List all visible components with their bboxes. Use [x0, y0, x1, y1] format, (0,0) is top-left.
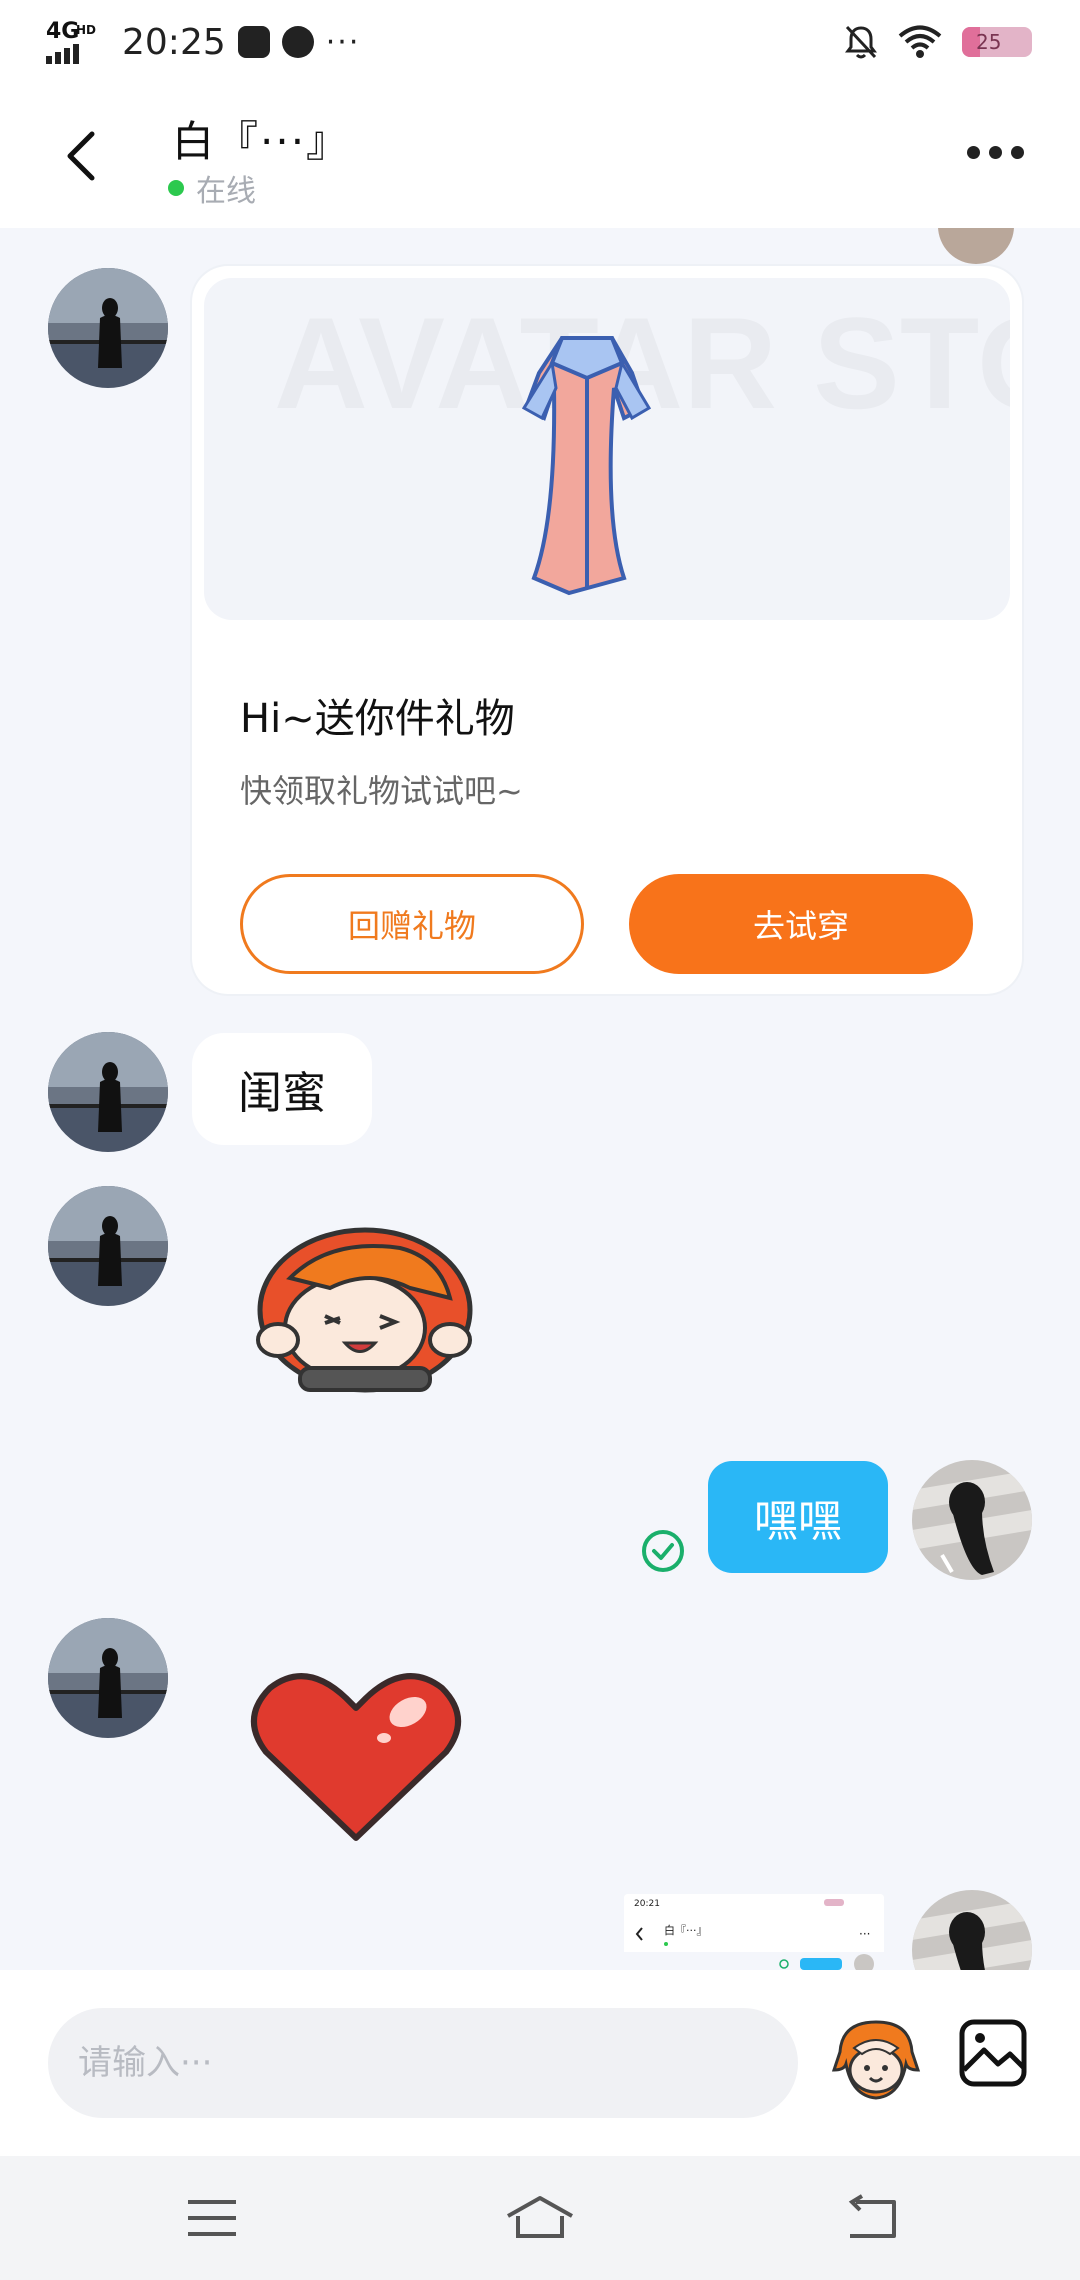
battery-icon: 25	[962, 27, 1032, 57]
wifi-icon	[898, 25, 942, 58]
mail-icon	[237, 26, 270, 58]
presence-label: 在线	[196, 174, 256, 209]
system-nav-bar	[0, 2156, 1080, 2280]
message-input[interactable]	[48, 2008, 798, 2118]
contact-name[interactable]: 白『···』	[172, 108, 350, 169]
my-avatar[interactable]	[912, 1890, 1032, 1970]
cartoon-sticker[interactable]	[250, 1218, 480, 1398]
gift-subtitle: 快领取礼物试试吧~	[240, 772, 523, 810]
more-options-icon[interactable]	[967, 146, 1024, 159]
back-arrow-icon[interactable]	[58, 126, 108, 186]
network-type: 4G	[46, 19, 80, 44]
avatar[interactable]	[48, 1032, 168, 1152]
avatar[interactable]	[48, 268, 168, 388]
message-bubble[interactable]: 闺蜜	[192, 1033, 372, 1145]
more-notifications: ···	[325, 24, 361, 60]
signal-icon: 4G HD	[46, 20, 100, 64]
chat-header: 白『···』 在线	[0, 82, 1080, 228]
avatar[interactable]	[938, 228, 1014, 264]
status-left: 4G HD 20:25 ···	[46, 14, 360, 70]
svg-text:白『···』: 白『···』	[664, 1923, 708, 1937]
svg-text:···: ···	[859, 1927, 870, 1941]
my-avatar[interactable]	[912, 1460, 1032, 1580]
mute-bell-icon	[845, 25, 877, 59]
back-nav-icon[interactable]	[842, 2194, 902, 2242]
screenshot-preview: 20:21 白『···』 ···	[624, 1894, 884, 1970]
screenshot-thumbnail[interactable]: 20:21 白『···』 ···	[624, 1894, 884, 1970]
gift-image: AVATAR STORE	[204, 278, 1010, 620]
status-bar: 4G HD 20:25 ··· 25	[0, 0, 1080, 82]
menu-icon[interactable]	[182, 2194, 242, 2242]
dress-image: AVATAR STORE	[274, 290, 1010, 596]
input-bar	[0, 1970, 1080, 2156]
read-check-icon	[642, 1530, 684, 1572]
try-on-button[interactable]: 去试穿	[629, 874, 973, 974]
gift-title: Hi~送你件礼物	[240, 696, 515, 742]
image-icon[interactable]	[958, 2018, 1028, 2088]
chat-area[interactable]: AVATAR STORE Hi~送你件礼物 快领取礼物试试吧~ 回赠礼物 去试穿…	[0, 228, 1080, 1970]
svg-text:20:21: 20:21	[634, 1899, 660, 1909]
status-right: 25	[844, 18, 1032, 66]
emoji-icon[interactable]	[830, 2014, 922, 2106]
heart-sticker[interactable]	[248, 1666, 464, 1846]
battery-level: 25	[976, 30, 1002, 54]
gift-card[interactable]: AVATAR STORE Hi~送你件礼物 快领取礼物试试吧~ 回赠礼物 去试穿	[192, 266, 1022, 994]
store-watermark: AVATAR STORE	[274, 290, 1010, 436]
my-message-bubble[interactable]: 嘿嘿	[708, 1461, 888, 1573]
home-icon[interactable]	[504, 2194, 576, 2242]
network-badge: HD	[76, 23, 97, 37]
clock: 20:25	[122, 21, 226, 63]
presence-status: 在线	[168, 166, 256, 210]
return-gift-button[interactable]: 回赠礼物	[240, 874, 584, 974]
online-dot-icon	[168, 180, 184, 196]
planet-icon	[281, 26, 314, 58]
avatar[interactable]	[48, 1618, 168, 1738]
avatar[interactable]	[48, 1186, 168, 1306]
